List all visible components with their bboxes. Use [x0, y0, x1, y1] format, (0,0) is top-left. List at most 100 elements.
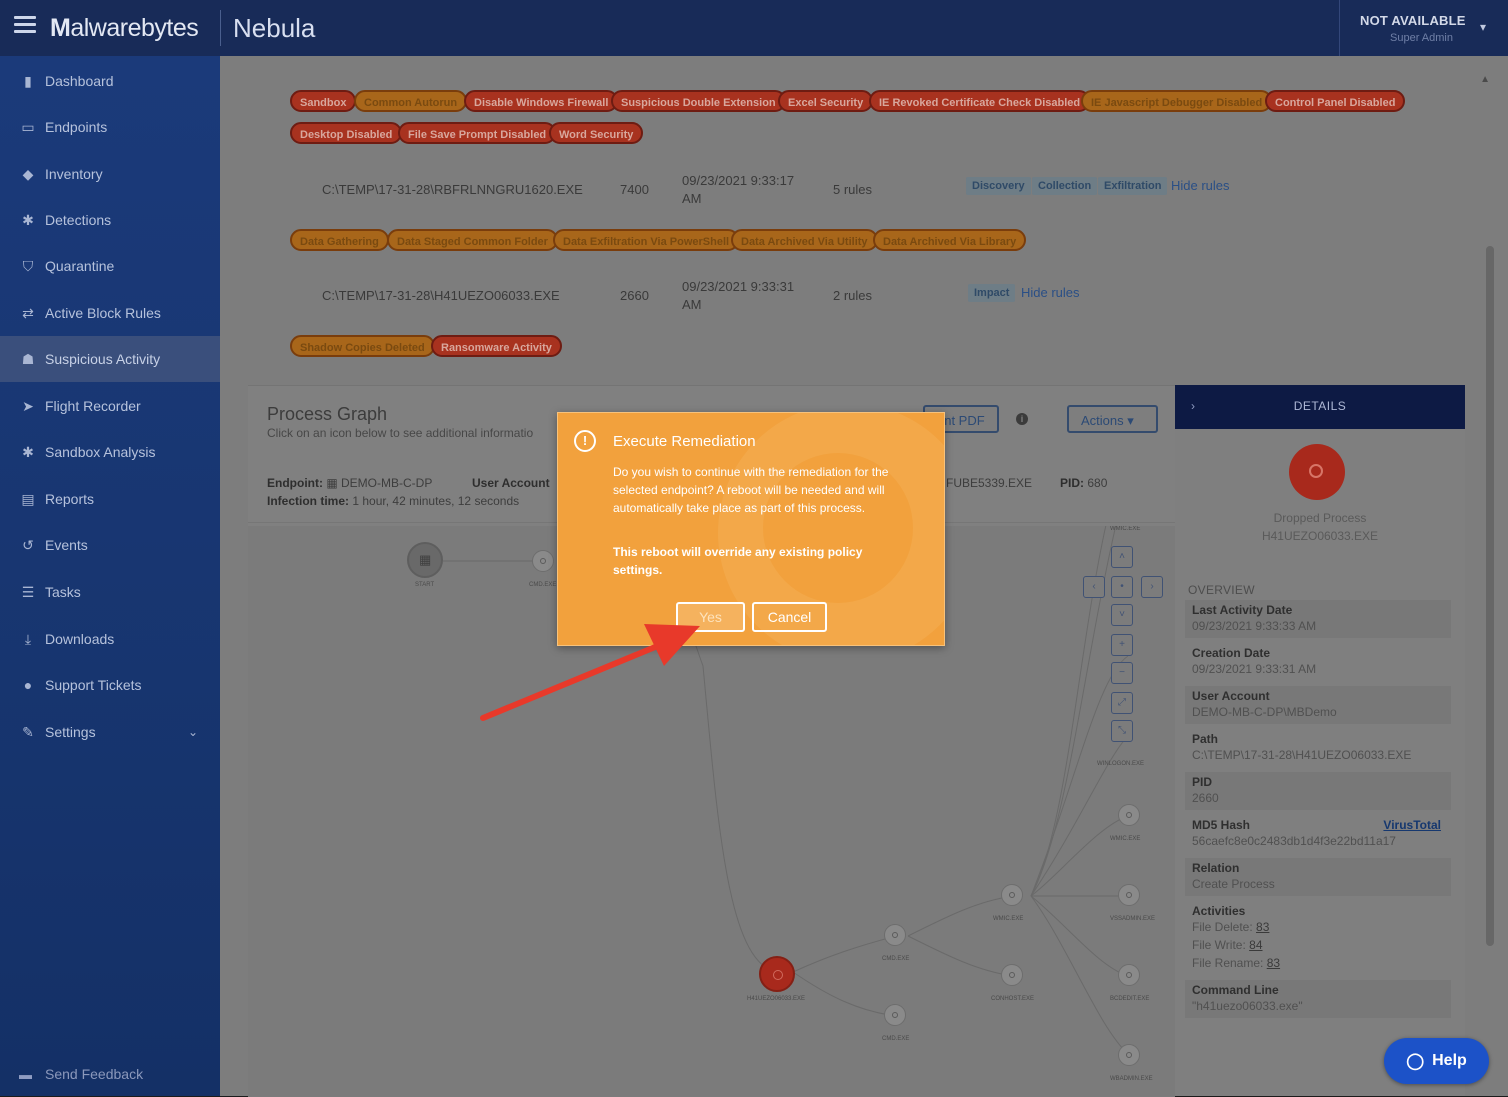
rule-tag: Data Archived Via Library [873, 229, 1027, 251]
process-node[interactable] [884, 1004, 906, 1026]
process-node[interactable] [532, 550, 554, 572]
process-rules-count: 2 rules [833, 288, 873, 303]
sidebar-item-endpoints[interactable]: ▭ Endpoints [0, 104, 220, 150]
rule-tag: Data Exfiltration Via PowerShell [553, 229, 740, 251]
sidebar-item-dashboard[interactable]: ▮ Dashboard [0, 58, 220, 104]
field-relation: Relation Create Process [1185, 858, 1451, 896]
fit-graph-button[interactable]: ⤢ [1111, 692, 1133, 714]
sidebar-item-label: Dashboard [45, 73, 114, 89]
info-icon[interactable]: i [1016, 413, 1028, 425]
pan-left-button[interactable]: ‹ [1083, 576, 1105, 598]
process-node[interactable] [884, 924, 906, 946]
process-node[interactable] [1118, 1044, 1140, 1066]
node-label: WMIC.EXE [1110, 526, 1141, 532]
scroll-up-icon[interactable]: ▲ [1480, 74, 1490, 85]
sidebar-item-quarantine[interactable]: ⛉ Quarantine [0, 243, 220, 289]
sidebar-item-events[interactable]: ↺ Events [0, 522, 220, 568]
mitre-chip: Collection [1032, 177, 1098, 195]
sidebar: ▮ Dashboard ▭ Endpoints ◆ Inventory ✱ Detect… [0, 56, 220, 1096]
alert-icon: ! [574, 430, 596, 452]
brand-logo: Malwarebytes [50, 14, 199, 42]
account-menu[interactable]: NOT AVAILABLE Super Admin ▾ [1339, 0, 1508, 56]
send-feedback-button[interactable]: ▬ Send Feedback [0, 1052, 220, 1096]
process-node[interactable] [1001, 964, 1023, 986]
sidebar-item-suspicious-activity[interactable]: ☗ Suspicious Activity [0, 336, 220, 382]
zoom-in-button[interactable]: + [1111, 634, 1133, 656]
node-label: BCDEDIT.EXE [1110, 996, 1150, 1002]
paper-plane-icon: ➤ [22, 397, 34, 414]
sidebar-item-label: Sandbox Analysis [45, 444, 156, 460]
dropped-process-node[interactable] [759, 956, 795, 992]
virustotal-link[interactable]: VirusTotal [1383, 818, 1441, 832]
sidebar-item-flight-recorder[interactable]: ➤ Flight Recorder [0, 383, 220, 429]
process-path: C:\TEMP\17-31-28\RBFRLNNGRU1620.EXE [322, 182, 583, 197]
wrench-icon: ✎ [22, 723, 34, 740]
field-creation-date: Creation Date 09/23/2021 9:33:31 AM [1192, 646, 1317, 676]
pan-down-button[interactable]: ˅ [1111, 604, 1133, 626]
sidebar-item-sandbox-analysis[interactable]: ✱ Sandbox Analysis [0, 429, 220, 475]
rule-tag: Desktop Disabled [290, 122, 403, 144]
field-pid: PID 2660 [1185, 772, 1451, 810]
sidebar-item-tasks[interactable]: ☰ Tasks [0, 569, 220, 615]
sidebar-item-inventory[interactable]: ◆ Inventory [0, 151, 220, 197]
actions-dropdown[interactable]: Actions ▾ [1067, 405, 1158, 433]
file-write-count-link[interactable]: 84 [1249, 938, 1262, 952]
sidebar-item-label: Detections [45, 212, 112, 228]
send-feedback-label: Send Feedback [45, 1066, 144, 1082]
yes-button[interactable]: Yes [676, 602, 745, 632]
rule-tag: Data Archived Via Utility [731, 229, 878, 251]
file-rename-count-link[interactable]: 83 [1267, 956, 1280, 970]
mitre-chip: Exfiltration [1098, 177, 1168, 195]
rule-tag: Common Autorun [354, 90, 468, 112]
chevron-down-icon: ⌄ [187, 725, 198, 739]
app-window: Malwarebytes Nebula NOT AVAILABLE Super … [0, 0, 1508, 1097]
sidebar-item-settings[interactable]: ✎ Settings ⌄ [0, 709, 220, 755]
endpoint-meta: Endpoint: ▦ DEMO-MB-C-DP [267, 476, 433, 490]
mitre-chip: Impact [968, 284, 1016, 302]
sidebar-item-downloads[interactable]: ⤓ Downloads [0, 616, 220, 662]
process-node[interactable] [1001, 884, 1023, 906]
help-button[interactable]: ◯ Help [1384, 1038, 1489, 1084]
mitre-chip: Discovery [966, 177, 1031, 195]
sidebar-item-active-block-rules[interactable]: ⇄ Active Block Rules [0, 290, 220, 336]
zoom-out-button[interactable]: − [1111, 662, 1133, 684]
sidebar-item-support-tickets[interactable]: ● Support Tickets [0, 662, 220, 708]
cancel-button[interactable]: Cancel [752, 602, 827, 632]
pan-center-button[interactable]: • [1111, 576, 1133, 598]
node-label: WMIC.EXE [1110, 836, 1141, 842]
node-label: START [415, 582, 435, 588]
sidebar-item-reports[interactable]: ▤ Reports [0, 476, 220, 522]
details-title: DETAILS [1293, 399, 1347, 413]
node-label: WINLOGON.EXE [1097, 761, 1145, 767]
dialog-title: Execute Remediation [613, 433, 756, 450]
sidebar-item-label: Active Block Rules [45, 305, 161, 321]
details-type: Dropped Process [1273, 511, 1367, 525]
feedback-icon: ▬ [19, 1066, 32, 1082]
rule-tag: Disable Windows Firewall [464, 90, 619, 112]
pan-up-button[interactable]: ˄ [1111, 546, 1133, 568]
node-label: CMD.EXE [529, 582, 557, 588]
process-node[interactable] [1118, 804, 1140, 826]
download-icon: ⤓ [24, 630, 32, 647]
field-md5-hash: MD5 Hash 56caefc8e0c2483db1d4f3e22bd11a17… [1192, 818, 1441, 848]
pan-right-button[interactable]: › [1141, 576, 1163, 598]
field-user-account: User Account DEMO-MB-C-DP\MBDemo [1185, 686, 1451, 724]
hide-rules-link[interactable]: Hide rules [1021, 285, 1080, 300]
process-date: 09/23/2021 9:33:17 AM [682, 173, 795, 206]
expand-graph-button[interactable]: ⤡ [1111, 720, 1133, 742]
process-node[interactable] [1118, 884, 1140, 906]
start-node[interactable]: ▦ [407, 542, 443, 578]
file-delete-count-link[interactable]: 83 [1256, 920, 1269, 934]
windows-icon: ▦ [326, 476, 338, 490]
hamburger-menu-icon[interactable] [14, 16, 36, 34]
hacker-icon: ☗ [21, 350, 35, 367]
process-graph-subtitle: Click on an icon below to see additional… [267, 426, 534, 440]
sidebar-item-detections[interactable]: ✱ Detections [0, 197, 220, 243]
rule-tag: IE Javascript Debugger Disabled [1081, 90, 1273, 112]
hide-rules-link[interactable]: Hide rules [1171, 178, 1230, 193]
sidebar-item-label: Settings [45, 724, 96, 740]
process-path: C:\TEMP\17-31-28\H41UEZO06033.EXE [322, 288, 560, 303]
field-activities: Activities File Delete: 83 File Write: 8… [1192, 904, 1281, 970]
process-node[interactable] [1118, 964, 1140, 986]
scrollbar[interactable] [1486, 246, 1494, 946]
